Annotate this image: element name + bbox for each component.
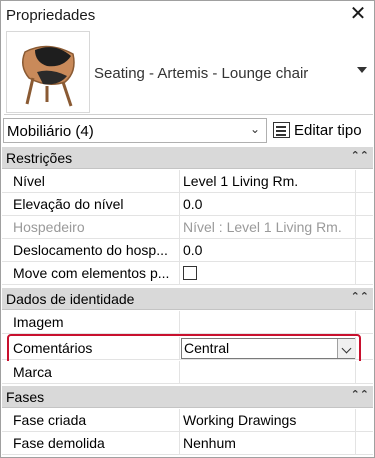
property-value[interactable] xyxy=(180,361,355,384)
property-name: Deslocamento do hosp... xyxy=(2,239,180,262)
group-label: Restrições xyxy=(6,150,73,166)
row-gutter xyxy=(355,193,373,216)
property-name: Marca xyxy=(2,361,180,384)
row-gutter xyxy=(355,170,373,193)
collapse-icon[interactable]: ⌃⌃ xyxy=(351,290,369,303)
properties-grid: Restrições ⌃⌃ Nível Level 1 Living Rm. E… xyxy=(2,147,373,457)
group-header-dados-identidade[interactable]: Dados de identidade ⌃⌃ xyxy=(2,288,373,310)
property-value[interactable]: Level 1 Living Rm. xyxy=(180,170,355,193)
property-row-fase-criada[interactable]: Fase criada Working Drawings xyxy=(2,409,373,432)
group-label: Dados de identidade xyxy=(6,291,135,307)
property-row-nivel[interactable]: Nível Level 1 Living Rm. xyxy=(2,170,373,193)
chevron-down-icon: ⌄ xyxy=(249,122,260,136)
row-gutter xyxy=(355,361,373,384)
group-header-fases[interactable]: Fases ⌃⌃ xyxy=(2,386,373,408)
collapse-icon[interactable]: ⌃⌃ xyxy=(351,388,369,401)
property-value[interactable]: Working Drawings xyxy=(180,409,355,432)
close-icon[interactable]: ✕ xyxy=(348,3,368,25)
properties-panel: Propriedades ✕ Seating - Artemis - Loung… xyxy=(0,0,375,458)
property-name: Imagem xyxy=(2,311,180,334)
property-row-hospedeiro: Hospedeiro Nível : Level 1 Living Rm. xyxy=(2,216,373,239)
property-row-fase-demolida[interactable]: Fase demolida Nenhum xyxy=(2,432,373,455)
property-row-elevacao[interactable]: Elevação do nível 0.0 xyxy=(2,193,373,216)
property-name: Fase criada xyxy=(2,409,180,432)
property-row-move-com[interactable]: Move com elementos p... xyxy=(2,262,373,285)
property-value xyxy=(180,262,355,285)
panel-title: Propriedades xyxy=(6,7,96,24)
row-gutter xyxy=(355,216,373,239)
property-name: Nível xyxy=(2,170,180,193)
dropdown-arrow-icon[interactable] xyxy=(357,67,367,73)
panel-titlebar: Propriedades ✕ xyxy=(1,1,374,29)
row-gutter xyxy=(355,432,373,455)
category-filter-select[interactable]: Mobiliário (4) ⌄ xyxy=(3,118,267,143)
property-row-imagem[interactable]: Imagem xyxy=(2,311,373,334)
row-gutter xyxy=(355,311,373,334)
property-row-marca[interactable]: Marca xyxy=(2,361,373,384)
property-value[interactable] xyxy=(180,311,355,334)
move-with-checkbox[interactable] xyxy=(183,266,197,281)
row-gutter xyxy=(355,262,373,285)
type-name: Seating - Artemis - Lounge chair xyxy=(94,65,309,82)
chair-thumbnail xyxy=(6,31,90,113)
type-selector[interactable]: Seating - Artemis - Lounge chair xyxy=(4,29,373,115)
filter-row: Mobiliário (4) ⌄ Editar tipo xyxy=(2,117,373,145)
edit-type-button[interactable]: Editar tipo xyxy=(271,118,371,143)
property-name: Elevação do nível xyxy=(2,193,180,216)
property-value[interactable]: 0.0 xyxy=(180,193,355,216)
property-name: Hospedeiro xyxy=(2,216,180,239)
group-header-restricoes[interactable]: Restrições ⌃⌃ xyxy=(2,147,373,169)
property-value[interactable]: Nenhum xyxy=(180,432,355,455)
category-filter-value: Mobiliário (4) xyxy=(7,123,94,140)
row-gutter xyxy=(355,239,373,262)
edit-type-label: Editar tipo xyxy=(294,122,362,139)
row-gutter xyxy=(355,409,373,432)
property-row-deslocamento[interactable]: Deslocamento do hosp... 0.0 xyxy=(2,239,373,262)
property-value: Nível : Level 1 Living Rm. xyxy=(183,219,342,235)
property-value[interactable]: 0.0 xyxy=(180,239,355,262)
group-label: Fases xyxy=(6,389,45,405)
property-name: Fase demolida xyxy=(2,432,180,455)
edit-type-icon xyxy=(273,122,290,138)
collapse-icon[interactable]: ⌃⌃ xyxy=(351,149,369,162)
property-name: Move com elementos p... xyxy=(2,262,180,285)
